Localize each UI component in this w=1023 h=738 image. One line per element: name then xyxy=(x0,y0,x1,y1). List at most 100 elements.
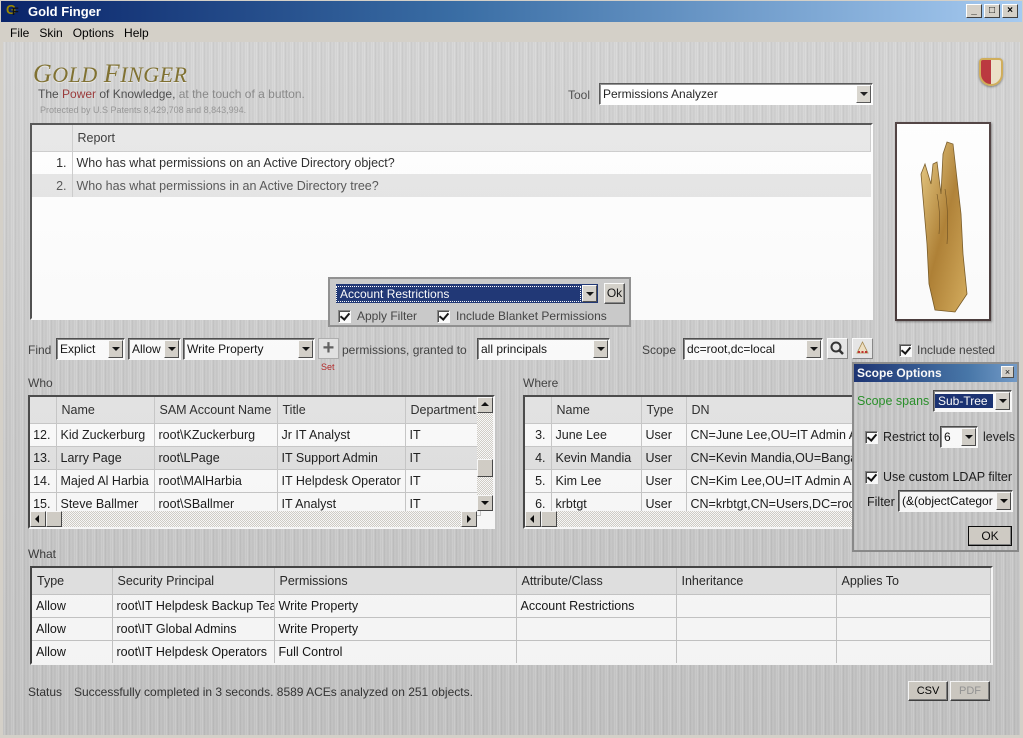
report-row[interactable]: 1. Who has what permissions on an Active … xyxy=(32,151,871,174)
who-col-title[interactable]: Title xyxy=(277,397,406,424)
custom-ldap-label: Use custom LDAP filter xyxy=(883,470,1012,484)
chevron-down-icon[interactable] xyxy=(856,85,871,103)
chevron-down-icon[interactable] xyxy=(164,340,179,358)
scope-select[interactable]: dc=root,dc=local xyxy=(683,338,823,360)
scope-options-dialog: Scope Options × Scope spans Sub-Tree Res… xyxy=(852,362,1019,552)
who-grid: Name SAM Account Name Title Department 1… xyxy=(28,395,495,529)
apply-filter-checkbox[interactable] xyxy=(338,310,351,323)
tool-label: Tool xyxy=(568,88,591,102)
who-vertical-scrollbar[interactable] xyxy=(477,397,493,511)
minimize-button[interactable]: _ xyxy=(966,4,982,18)
menu-file[interactable]: File xyxy=(6,26,35,40)
where-col-type[interactable]: Type xyxy=(641,397,687,424)
chevron-down-icon[interactable] xyxy=(961,428,976,446)
scope-ok-button[interactable]: OK xyxy=(968,526,1012,546)
scroll-right-icon[interactable] xyxy=(461,511,477,527)
chevron-down-icon[interactable] xyxy=(995,392,1010,410)
principals-select[interactable]: all principals xyxy=(477,338,610,360)
who-row[interactable]: 12. Kid Zuckerburg root\KZuckerburg Jr IT A… xyxy=(30,423,481,447)
what-col-principal[interactable]: Security Principal xyxy=(112,568,275,595)
who-col-name[interactable]: Name xyxy=(56,397,155,424)
where-col-num xyxy=(525,397,552,424)
chevron-down-icon[interactable] xyxy=(108,340,123,358)
scroll-down-icon[interactable] xyxy=(477,495,493,511)
permission-select[interactable]: Write Property xyxy=(183,338,315,360)
chevron-down-icon[interactable] xyxy=(806,340,821,358)
app-logo-icon: GF xyxy=(6,1,19,18)
scroll-thumb[interactable] xyxy=(541,511,557,527)
scroll-thumb[interactable] xyxy=(46,511,62,527)
where-row[interactable]: 3. June Lee User CN=June Lee,OU=IT Admin A xyxy=(525,423,861,447)
who-horizontal-scrollbar[interactable] xyxy=(30,511,477,527)
who-label: Who xyxy=(28,376,53,390)
include-nested-label: Include nested xyxy=(917,343,996,357)
include-blanket-label: Include Blanket Permissions xyxy=(456,309,607,323)
add-permission-set-button[interactable]: + xyxy=(318,338,339,359)
ldap-filter-select[interactable]: (&(objectCategor xyxy=(898,490,1013,512)
where-col-dn[interactable]: DN xyxy=(686,397,861,424)
what-row[interactable]: Allow root\IT Global Admins Write Property xyxy=(32,617,991,641)
attribute-filter-popup: Account Restrictions Ok Apply Filter Inc… xyxy=(328,277,631,327)
find-label: Find xyxy=(28,343,52,357)
scope-label: Scope xyxy=(642,343,677,357)
what-grid: Type Security Principal Permissions Attr… xyxy=(30,566,993,665)
status-text: Successfully completed in 3 seconds. 858… xyxy=(74,685,473,699)
access-select[interactable]: Allow xyxy=(128,338,181,360)
attribute-select[interactable]: Account Restrictions xyxy=(336,284,598,303)
what-row[interactable]: Allow root\IT Helpdesk Backup Team Write P… xyxy=(32,594,991,618)
scope-spans-label: Scope spans xyxy=(857,394,930,408)
window-title: Gold Finger xyxy=(28,4,101,19)
scope-spans-select[interactable]: Sub-Tree xyxy=(933,390,1012,412)
export-pdf-button[interactable]: PDF xyxy=(950,681,990,701)
ace-type-select[interactable]: Explict xyxy=(56,338,125,360)
what-col-permissions[interactable]: Permissions xyxy=(274,568,517,595)
what-row[interactable]: Allow root\IT Helpdesk Operators Full Cont… xyxy=(32,640,991,663)
where-row[interactable]: 4. Kevin Mandia User CN=Kevin Mandia,OU=Ban… xyxy=(525,446,861,470)
filter-ok-button[interactable]: Ok xyxy=(604,283,625,304)
who-row[interactable]: 13. Larry Page root\LPage IT Support Admin I… xyxy=(30,446,481,470)
who-col-department[interactable]: Department xyxy=(405,397,481,424)
scope-options-button[interactable] xyxy=(852,338,873,359)
what-col-type[interactable]: Type xyxy=(32,568,113,595)
restrict-levels-checkbox[interactable] xyxy=(865,431,878,444)
what-col-inheritance[interactable]: Inheritance xyxy=(676,568,837,595)
chevron-down-icon[interactable] xyxy=(298,340,313,358)
what-col-applies-to[interactable]: Applies To xyxy=(836,568,991,595)
patent-notice: Protected by U.S Patents 8,429,708 and 8… xyxy=(40,105,247,115)
where-row[interactable]: 5. Kim Lee User CN=Kim Lee,OU=IT Admin A xyxy=(525,469,861,493)
search-icon xyxy=(830,341,844,355)
where-horizontal-scrollbar[interactable] xyxy=(525,511,861,527)
where-col-name[interactable]: Name xyxy=(551,397,642,424)
plus-icon: + xyxy=(322,337,335,359)
chevron-down-icon[interactable] xyxy=(996,492,1011,510)
menu-help[interactable]: Help xyxy=(120,26,155,40)
who-row[interactable]: 14. Majed Al Harbia root\MAlHarbia IT Helpd… xyxy=(30,469,481,493)
export-csv-button[interactable]: CSV xyxy=(908,681,948,701)
include-nested-checkbox[interactable] xyxy=(899,344,912,357)
scroll-up-icon[interactable] xyxy=(477,397,493,413)
close-icon[interactable]: × xyxy=(1001,366,1014,378)
tool-select[interactable]: Permissions Analyzer xyxy=(599,83,873,105)
close-button[interactable]: × xyxy=(1002,4,1018,18)
menu-options[interactable]: Options xyxy=(69,26,120,40)
custom-ldap-checkbox[interactable] xyxy=(865,471,878,484)
filter-label: Filter xyxy=(867,495,895,509)
menu-skin[interactable]: Skin xyxy=(35,26,68,40)
tagline: The Power of Knowledge, at the touch of … xyxy=(38,87,305,101)
what-label: What xyxy=(28,547,57,561)
include-blanket-checkbox[interactable] xyxy=(437,310,450,323)
what-col-attribute[interactable]: Attribute/Class xyxy=(516,568,677,595)
tree-hierarchy-icon xyxy=(856,341,869,354)
scroll-thumb[interactable] xyxy=(477,459,493,477)
maximize-button[interactable]: □ xyxy=(984,4,1000,18)
restrict-levels-select[interactable]: 6 xyxy=(940,426,978,448)
chevron-down-icon[interactable] xyxy=(593,340,608,358)
set-label: Set xyxy=(321,362,335,372)
scroll-left-icon[interactable] xyxy=(30,511,46,527)
chevron-down-icon[interactable] xyxy=(582,285,597,302)
scroll-left-icon[interactable] xyxy=(525,511,541,527)
who-col-sam[interactable]: SAM Account Name xyxy=(154,397,278,424)
search-scope-button[interactable] xyxy=(827,338,848,359)
report-row[interactable]: 2. Who has what permissions in an Active … xyxy=(32,174,871,197)
apply-filter-label: Apply Filter xyxy=(357,309,418,323)
